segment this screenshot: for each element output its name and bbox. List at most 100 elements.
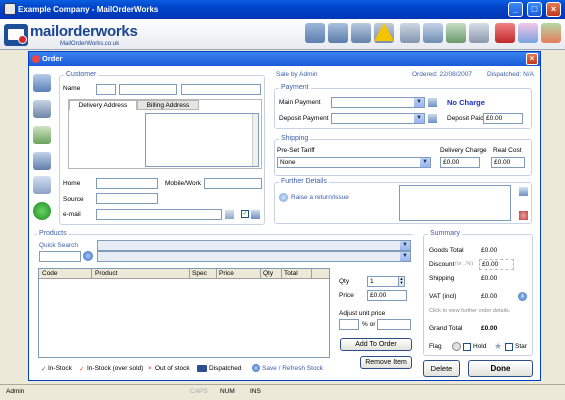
col-code[interactable]: Code <box>42 270 58 277</box>
refresh-icon[interactable] <box>252 364 260 372</box>
main-payment-label: Main Payment <box>279 99 321 106</box>
add-icon[interactable] <box>446 23 466 43</box>
col-product[interactable]: Product <box>95 270 117 277</box>
product-variant-select[interactable]: ▼ <box>97 251 411 262</box>
edit-icon[interactable] <box>400 23 420 43</box>
discount-label: Discount <box>429 261 455 268</box>
main-payment-select[interactable]: ▼ <box>331 97 425 108</box>
qty-stepper[interactable]: ▲ ▼ <box>398 276 405 287</box>
confirm-check-icon[interactable] <box>33 202 51 220</box>
order-title: Order <box>42 54 63 63</box>
notes-edit-icon[interactable] <box>519 187 528 196</box>
raise-return-link[interactable]: Raise a return/issue <box>291 194 349 201</box>
settings-icon[interactable] <box>541 23 561 43</box>
email-opt-in-checkbox[interactable]: ✓ <box>241 210 249 218</box>
order-close-button[interactable]: × <box>526 53 538 65</box>
adjust-amount-field[interactable] <box>377 319 411 330</box>
email-settings-icon[interactable] <box>251 210 260 219</box>
new-order-icon[interactable] <box>305 23 325 43</box>
orders-icon[interactable] <box>328 23 348 43</box>
out-of-stock-cross-icon: × <box>148 365 152 372</box>
legend-over-sold: In-Stock (over sold) <box>87 365 144 372</box>
info-icon[interactable] <box>423 23 443 43</box>
window-titlebar: Example Company - MailOrderWorks _ □ × <box>0 0 565 19</box>
deposit-paid-field[interactable]: £0.00 <box>483 113 523 124</box>
source-field[interactable] <box>96 193 158 204</box>
mobile-label: Mobile/Work <box>165 180 202 187</box>
delivery-charge-field[interactable]: £0.00 <box>440 157 480 168</box>
deposit-payment-select[interactable]: ▼ <box>331 113 425 124</box>
col-spec[interactable]: Spec <box>192 270 207 277</box>
customer-search-icon[interactable] <box>33 74 51 92</box>
email-field[interactable] <box>96 209 222 220</box>
attach-icon[interactable] <box>33 126 51 144</box>
col-total[interactable]: Total <box>284 270 298 277</box>
tab-billing-address[interactable]: Billing Address <box>137 100 199 110</box>
remove-item-button[interactable]: Remove Item <box>360 356 412 369</box>
deposit-card-icon[interactable] <box>428 114 437 123</box>
customer-group: Customer Name Delivery Address Billing A… <box>59 71 265 225</box>
deposit-paid-label: Deposit Paid <box>447 115 484 122</box>
order-window: Order × Customer Name Delivery Address B… <box>28 51 541 381</box>
col-price[interactable]: Price <box>219 270 234 277</box>
tariff-select[interactable]: None ▼ <box>277 157 431 168</box>
info-icon[interactable]: i <box>518 292 527 301</box>
adjust-percent-field[interactable] <box>339 319 359 330</box>
title-field[interactable] <box>96 84 116 95</box>
hold-checkbox[interactable] <box>463 343 471 351</box>
tariff-value: None <box>280 159 296 166</box>
ordered-date: Ordered: 22/08/2007 <box>412 71 472 78</box>
flag-label: Flag <box>429 343 442 350</box>
address-panel: Delivery Address Billing Address <box>68 99 262 169</box>
surname-field[interactable] <box>181 84 261 95</box>
over-sold-check-icon: ✓ <box>79 366 85 373</box>
ship-icon[interactable] <box>469 23 489 43</box>
quick-search-input[interactable] <box>39 251 81 262</box>
maximize-button[interactable]: □ <box>527 2 542 17</box>
payment-card-icon[interactable] <box>428 98 437 107</box>
further-details-group: Further Details Raise a return/issue <box>274 178 532 224</box>
save-refresh-stock-link[interactable]: Save / Refresh Stock <box>262 365 323 372</box>
address-scrollbar[interactable] <box>252 114 258 166</box>
home-phone-field[interactable] <box>96 178 158 189</box>
warning-icon[interactable] <box>374 23 394 41</box>
price-field[interactable]: £0.00 <box>367 290 407 301</box>
product-select[interactable]: ▼ <box>97 240 411 251</box>
save-icon[interactable] <box>33 100 51 118</box>
percent-or-label: % or <box>362 321 376 328</box>
discount-field[interactable]: £0.00 <box>479 259 514 270</box>
chevron-down-icon: ▼ <box>400 241 410 250</box>
copy-icon[interactable] <box>33 176 51 194</box>
sale-by-text: Sale by Admin <box>276 71 318 78</box>
vat-label: VAT (incl) <box>429 293 457 300</box>
star-checkbox[interactable] <box>505 343 513 351</box>
mobile-phone-field[interactable] <box>204 178 262 189</box>
discount-hint: (or ..%) <box>455 261 474 267</box>
products-table[interactable]: Code Product Spec Price Qty Total <box>38 268 330 358</box>
dispatched-status: Dispatched: N/A <box>487 71 534 78</box>
address-textarea[interactable] <box>145 113 259 167</box>
send-email-icon[interactable] <box>225 210 234 219</box>
print-icon[interactable] <box>33 152 51 170</box>
app-toolbar: mailorderworks MailOrderWorks.co.uk <box>0 19 565 50</box>
customers-icon[interactable] <box>351 23 371 43</box>
products-icon[interactable] <box>495 23 515 43</box>
minimize-button[interactable]: _ <box>508 2 523 17</box>
summary-hint: Click to view further order details. <box>429 308 511 314</box>
col-qty[interactable]: Qty <box>263 270 273 277</box>
search-go-icon[interactable] <box>83 251 93 261</box>
reports-icon[interactable] <box>518 23 538 43</box>
delete-button[interactable]: Delete <box>423 360 460 377</box>
first-name-field[interactable] <box>119 84 177 95</box>
real-cost-field[interactable]: £0.00 <box>491 157 525 168</box>
chevron-down-icon: ▼ <box>400 252 410 261</box>
add-to-order-button[interactable]: Add To Order <box>340 338 412 351</box>
tab-delivery-address[interactable]: Delivery Address <box>69 100 137 110</box>
legend-dispatched: Dispatched <box>209 365 242 372</box>
close-button[interactable]: × <box>546 2 561 17</box>
done-button[interactable]: Done <box>468 360 533 377</box>
user-icon[interactable] <box>519 211 528 220</box>
speech-bubble-icon <box>279 193 288 202</box>
flag-hold-icon <box>452 342 461 351</box>
notes-textarea[interactable] <box>399 185 511 221</box>
